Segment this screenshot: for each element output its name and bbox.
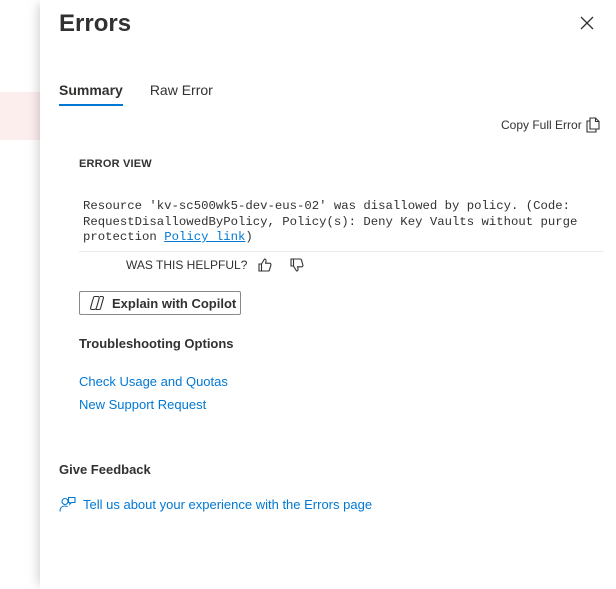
background-page xyxy=(0,0,40,589)
check-usage-quotas-link[interactable]: Check Usage and Quotas xyxy=(79,374,228,389)
feedback-link-label: Tell us about your experience with the E… xyxy=(83,497,373,512)
tab-bar: Summary Raw Error xyxy=(59,82,240,106)
background-error-row xyxy=(0,92,40,140)
copy-full-error-button[interactable]: Copy Full Error xyxy=(501,117,600,133)
thumbs-down-icon xyxy=(290,258,304,272)
copilot-icon xyxy=(89,295,105,311)
error-message-line-3: protection Policy link) xyxy=(83,230,600,246)
feedback-person-icon xyxy=(59,496,76,512)
error-view-label: ERROR VIEW xyxy=(79,158,152,170)
troubleshooting-heading: Troubleshooting Options xyxy=(79,336,234,351)
policy-link[interactable]: Policy link xyxy=(164,230,245,244)
feedback-link[interactable]: Tell us about your experience with the E… xyxy=(59,496,372,513)
error-message-line-3-prefix: protection xyxy=(83,230,165,244)
thumbs-down-button[interactable] xyxy=(289,257,305,273)
error-message-box: Resource 'kv-sc500wk5-dev-eus-02' was di… xyxy=(79,190,604,252)
new-support-request-link[interactable]: New Support Request xyxy=(79,397,206,412)
thumbs-up-button[interactable] xyxy=(257,257,273,273)
blade-title: Errors xyxy=(59,10,132,37)
give-feedback-heading: Give Feedback xyxy=(59,462,151,477)
error-message-line-3-suffix: ) xyxy=(245,230,253,244)
helpful-label: WAS THIS HELPFUL? xyxy=(126,258,248,272)
copy-icon xyxy=(586,117,600,133)
error-message-line-2: RequestDisallowedByPolicy, Policy(s): De… xyxy=(83,214,578,229)
tab-summary[interactable]: Summary xyxy=(59,82,123,106)
explain-with-copilot-button[interactable]: Explain with Copilot xyxy=(79,291,241,315)
close-button[interactable] xyxy=(578,14,596,32)
helpful-feedback: WAS THIS HELPFUL? xyxy=(126,257,305,273)
errors-blade: Errors Summary Raw Error Copy Full Error… xyxy=(40,0,616,589)
close-icon xyxy=(580,16,594,30)
thumbs-up-icon xyxy=(258,258,272,272)
tab-raw-error[interactable]: Raw Error xyxy=(150,82,213,106)
copy-full-error-label: Copy Full Error xyxy=(501,118,582,132)
copilot-button-label: Explain with Copilot xyxy=(112,295,237,311)
error-message-line-1: Resource 'kv-sc500wk5-dev-eus-02' was di… xyxy=(83,199,571,213)
